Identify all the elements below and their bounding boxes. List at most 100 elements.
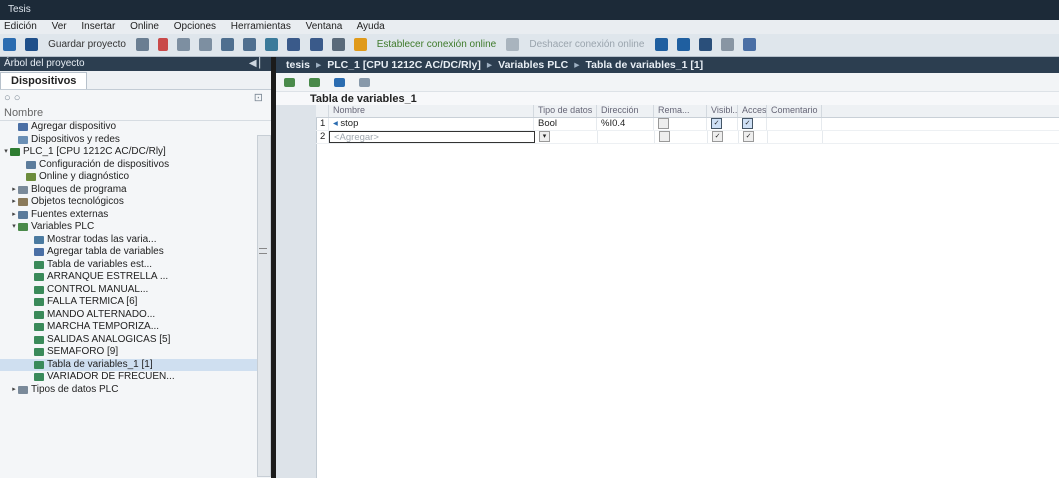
var-name[interactable]: stop <box>340 118 358 129</box>
menu-ventana[interactable]: Ventana <box>306 21 343 32</box>
menu-ver[interactable]: Ver <box>52 21 67 32</box>
tree-item[interactable]: ARRANQUE ESTRELLA ... <box>0 271 275 284</box>
scrollbar-thumb[interactable] <box>259 248 267 254</box>
tree-item[interactable]: FALLA TERMICA [6] <box>0 296 275 309</box>
menu-herramientas[interactable]: Herramientas <box>231 21 291 32</box>
go-online-button[interactable]: Establecer conexión online <box>377 34 497 56</box>
tree-item[interactable]: SEMAFORO [9] <box>0 346 275 359</box>
save-icon[interactable] <box>25 38 39 51</box>
tree-item[interactable]: Agregar tabla de variables <box>0 246 275 259</box>
tree-item-label: Bloques de programa <box>31 183 127 195</box>
copy-icon[interactable] <box>177 38 191 51</box>
save-project-button[interactable]: Guardar proyecto <box>48 34 126 56</box>
menu-insertar[interactable]: Insertar <box>81 21 115 32</box>
col-name[interactable]: Nombre <box>329 105 534 117</box>
tree-item[interactable]: ▸ Bloques de programa <box>0 184 275 197</box>
download-icon[interactable] <box>287 38 301 51</box>
menu-ayuda[interactable]: Ayuda <box>357 21 385 32</box>
var-address[interactable]: %I0.4 <box>597 118 654 130</box>
col-address[interactable]: Dirección <box>597 105 654 117</box>
col-access[interactable]: Acces... <box>738 105 767 117</box>
expand-toggle-icon[interactable]: ▸ <box>10 184 18 197</box>
tree-item[interactable]: Tabla de variables est... <box>0 259 275 272</box>
col-retain[interactable]: Rema... <box>654 105 707 117</box>
tree-item[interactable]: MARCHA TEMPORIZA... <box>0 321 275 334</box>
tree-item[interactable]: ▸ Fuentes externas <box>0 209 275 222</box>
redo-icon[interactable] <box>243 38 257 51</box>
retain-checkbox[interactable] <box>659 131 670 142</box>
access-checkbox[interactable]: ✓ <box>742 118 753 129</box>
tree-item[interactable]: Online y diagnóstico <box>0 171 275 184</box>
tree-item[interactable]: Mostrar todas las varia... <box>0 234 275 247</box>
tree-item[interactable]: SALIDAS ANALOGICAS [5] <box>0 334 275 347</box>
expand-toggle-icon[interactable]: ▾ <box>10 221 18 234</box>
col-type[interactable]: Tipo de datos <box>534 105 597 117</box>
start-cpu-icon[interactable] <box>676 38 690 51</box>
collapse-panel-icon[interactable]: ◀ ▏ <box>249 57 267 71</box>
go-offline-button[interactable]: Deshacer conexión online <box>529 34 644 56</box>
accessible-devices-icon[interactable] <box>654 38 668 51</box>
paste-icon[interactable] <box>199 38 213 51</box>
access-checkbox[interactable]: ✓ <box>743 131 754 142</box>
breadcrumb-plc[interactable]: PLC_1 [CPU 1212C AC/DC/Rly] <box>327 59 481 71</box>
back-forward-icon[interactable]: ○ ○ <box>4 90 20 106</box>
tree-item[interactable]: VARIADOR DE FRECUEN... <box>0 371 275 384</box>
cross-reference-icon[interactable] <box>720 38 734 51</box>
menu-online[interactable]: Online <box>130 21 159 32</box>
monitor-icon[interactable] <box>359 78 371 87</box>
go-online-icon[interactable] <box>353 38 367 51</box>
tree-view-icon[interactable]: ⊡ <box>254 90 263 106</box>
breadcrumb-table: Tabla de variables_1 [1] <box>585 59 704 71</box>
split-editor-icon[interactable] <box>742 38 756 51</box>
comment-cell[interactable] <box>767 118 822 130</box>
tree-item[interactable]: CONTROL MANUAL... <box>0 284 275 297</box>
upload-icon[interactable] <box>309 38 323 51</box>
undo-icon[interactable] <box>221 38 235 51</box>
delete-icon[interactable] <box>158 38 169 51</box>
tree-item[interactable]: ▸ Objetos tecnológicos <box>0 196 275 209</box>
tree-item[interactable]: ▾ Variables PLC <box>0 221 275 234</box>
tree-item-icon <box>18 223 28 232</box>
export-icon[interactable] <box>334 78 346 87</box>
expand-toggle-icon[interactable]: ▸ <box>10 196 18 209</box>
tree-item[interactable]: Tabla de variables_1 [1] <box>0 358 275 371</box>
add-row-icon[interactable] <box>284 78 295 87</box>
compile-icon[interactable] <box>265 38 279 51</box>
tree-item[interactable]: MANDO ALTERNADO... <box>0 309 275 322</box>
expand-toggle-icon[interactable]: ▸ <box>10 384 18 397</box>
tree-item[interactable]: Agregar dispositivo <box>0 121 275 134</box>
table-row[interactable]: 1 ◂ stop Bool %I0.4 ✓ ✓ <box>316 118 1059 131</box>
expand-toggle-icon[interactable]: ▸ <box>10 209 18 222</box>
var-name-cell[interactable]: ◂ stop <box>329 118 534 130</box>
type-dropdown-icon[interactable]: ▾ <box>539 131 550 142</box>
tree-item[interactable]: Configuración de dispositivos <box>0 159 275 172</box>
insert-row-icon[interactable] <box>309 78 321 87</box>
tree-item[interactable]: ▾ PLC_1 [CPU 1212C AC/DC/Rly] <box>0 146 275 159</box>
col-comment[interactable]: Comentario <box>767 105 822 117</box>
var-address[interactable] <box>598 131 655 143</box>
new-project-icon[interactable] <box>3 38 16 51</box>
breadcrumb-project[interactable]: tesis <box>286 59 310 71</box>
visible-checkbox[interactable]: ✓ <box>712 131 723 142</box>
visible-checkbox[interactable]: ✓ <box>711 118 722 129</box>
tree-item-icon <box>18 185 28 194</box>
print-icon[interactable] <box>136 38 150 51</box>
var-type[interactable]: Bool <box>534 118 597 130</box>
col-visible[interactable]: Visibl... <box>707 105 738 117</box>
stop-cpu-icon[interactable] <box>698 38 712 51</box>
table-row[interactable]: 2 <Agregar> ▾ ✓ ✓ <box>316 131 1059 144</box>
tab-devices[interactable]: Dispositivos <box>0 72 88 89</box>
menu-opciones[interactable]: Opciones <box>174 21 216 32</box>
retain-checkbox[interactable] <box>658 118 669 129</box>
tree-scrollbar[interactable] <box>257 135 271 477</box>
tree-item[interactable]: Dispositivos y redes <box>0 134 275 147</box>
expand-toggle-icon[interactable]: ▾ <box>2 146 10 159</box>
tree-item[interactable]: ▸ Tipos de datos PLC <box>0 384 275 397</box>
comment-cell[interactable] <box>768 131 823 143</box>
simulation-icon[interactable] <box>331 38 345 51</box>
menu-edicion[interactable]: Edición <box>4 21 37 32</box>
breadcrumb-variables[interactable]: Variables PLC <box>498 59 568 71</box>
add-variable-cell[interactable]: <Agregar> <box>329 131 535 143</box>
go-offline-icon[interactable] <box>506 38 520 51</box>
type-dropdown-cell[interactable]: ▾ <box>535 131 598 143</box>
